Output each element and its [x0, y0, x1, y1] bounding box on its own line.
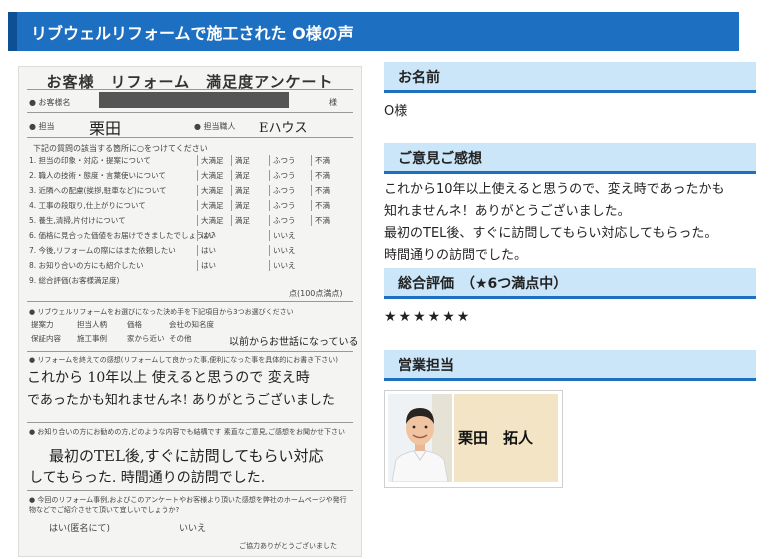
answer-option: はい — [197, 230, 216, 241]
staff-label: ● 担当 — [29, 122, 55, 131]
customer-suffix: 様 — [329, 98, 337, 107]
question-label: 8. お知り合いの方にも紹介したい — [29, 261, 144, 270]
sales-heading: 営業担当 — [398, 358, 454, 374]
answer-option: 満足 — [231, 215, 250, 226]
rating-section: 総合評価 （★6つ満点中） ★★★★★★ — [384, 268, 756, 325]
opinion-text: これから10年以上使えると思うので、変え時であったかも 知れませんネ！ありがとう… — [384, 179, 756, 267]
opinion-line-2: 知れませんネ！ありがとうございました。 — [384, 204, 631, 219]
question-label: 9. 総合評価(お客様満足度) — [29, 276, 120, 285]
impression-handwritten-2: であったかも知れませんネ! ありがとうございました — [27, 393, 335, 408]
question-label: 7. 今後,リフォームの際にはまた依頼したい — [29, 246, 176, 255]
question-label: 3. 近隣への配慮(挨拶,駐車など)について — [29, 186, 167, 195]
opinion-line-3: 最初のTEL後、すぐに訪問してもらい対応してもらった。 — [384, 226, 718, 241]
answer-option: いいえ — [269, 245, 296, 256]
impression-label: ● リフォームを終えての感想(リフォームして良かった事,便利になった事を具体的に… — [29, 356, 339, 364]
name-value: O様 — [384, 104, 408, 119]
publish-label: ● 今回のリフォーム事例,およびこのアンケートやお客様より頂いた感想を弊社のホー… — [29, 496, 347, 514]
sales-rep-namebox: 栗田 拓人 — [454, 394, 558, 482]
answer-option: 満足 — [231, 170, 250, 181]
sales-rep-card: 栗田 拓人 — [384, 390, 563, 488]
score-note: 点(100点満点) — [289, 289, 343, 298]
divider — [27, 137, 353, 138]
reason-option: 提案力 — [31, 320, 54, 329]
answer-option: いいえ — [269, 230, 296, 241]
answer-option: 不満 — [311, 155, 330, 166]
answer-option: 不満 — [311, 170, 330, 181]
feedback-label: ● お知り合いの方にお勧めの方,どのような内容でも結構です 素直なご意見,ご感想… — [29, 428, 346, 436]
top-strip — [0, 0, 774, 6]
answer-option: ふつう — [269, 185, 296, 196]
reason-option: 会社の知名度 — [169, 320, 214, 329]
question-label: 1. 担当の印象・対応・提案について — [29, 156, 151, 165]
sales-rep-photo — [388, 394, 452, 482]
answer-option: 大満足 — [197, 200, 224, 211]
answer-option: 不満 — [311, 200, 330, 211]
rating-heading: 総合評価 （★6つ満点中） — [398, 276, 568, 292]
impression-handwritten-1: これから 10年以上 使えると思うので 変え時 — [27, 370, 310, 386]
divider — [27, 301, 353, 302]
craftsman-handwritten: Eハウス — [259, 121, 308, 136]
divider — [27, 112, 353, 113]
answer-option: 大満足 — [197, 170, 224, 181]
answer-option: 満足 — [231, 155, 250, 166]
redacted-customer-name — [99, 92, 289, 108]
answer-option: 不満 — [311, 185, 330, 196]
person-photo-icon — [388, 394, 452, 482]
page-banner: リブウェルリフォームで施工された O様の声 — [8, 12, 739, 51]
sales-section: 営業担当 — [384, 350, 756, 381]
craftsman-label: ● 担当職人 — [194, 122, 236, 131]
answer-option: ふつう — [269, 215, 296, 226]
answer-option: 不満 — [311, 215, 330, 226]
reason-option: 保証内容 — [31, 334, 61, 343]
reasons-label: ● リブウェルリフォームをお選びになった決め手を下記項目から3つお選びください — [29, 308, 294, 316]
section-heading: 営業担当 — [384, 350, 756, 381]
answer-option: いいえ — [269, 260, 296, 271]
answer-option: はい — [197, 260, 216, 271]
answer-option: 満足 — [231, 200, 250, 211]
opinion-heading: ご意見ご感想 — [398, 151, 482, 167]
publish-yes: はい(匿名にて) — [49, 524, 111, 534]
divider — [27, 351, 353, 352]
sales-rep-name: 栗田 拓人 — [458, 429, 534, 447]
feedback-handwritten-2: してもらった. 時間通りの訪問でした. — [29, 470, 266, 486]
reason-option: その他 — [169, 334, 192, 343]
question-label: 5. 養生,清掃,片付けについて — [29, 216, 126, 225]
opinion-line-1: これから10年以上使えると思うので、変え時であったかも — [384, 182, 725, 197]
answer-option: 大満足 — [197, 215, 224, 226]
divider — [27, 89, 353, 90]
answer-option: ふつう — [269, 155, 296, 166]
name-section: お名前 O様 — [384, 62, 756, 123]
answer-option: ふつう — [269, 200, 296, 211]
reason-option: 施工事例 — [77, 334, 107, 343]
reason-option: 価格 — [127, 320, 142, 329]
survey-scan-image: お客様 リフォーム 満足度アンケート ● お客様名 様 ● 担当 栗田 ● 担当… — [18, 66, 362, 557]
reason-option: 家から近い — [127, 334, 165, 343]
feedback-handwritten-1: 最初のTEL後,すぐに訪問してもらい対応 — [49, 447, 324, 465]
reason-option: 担当人柄 — [77, 320, 107, 329]
opinion-section: ご意見ご感想 これから10年以上使えると思うので、変え時であったかも 知れません… — [384, 143, 756, 267]
section-heading: ご意見ご感想 — [384, 143, 756, 174]
instructions: 下記の質問の該当する箇所に○をつけてください — [33, 144, 208, 153]
divider — [27, 422, 353, 423]
opinion-line-4: 時間通りの訪問でした。 — [384, 248, 528, 263]
answer-option: 大満足 — [197, 185, 224, 196]
staff-handwritten: 栗田 — [89, 119, 122, 138]
rating-stars: ★★★★★★ — [384, 309, 472, 325]
answer-option: 満足 — [231, 185, 250, 196]
answer-option: はい — [197, 245, 216, 256]
publish-no: いいえ — [179, 524, 207, 534]
question-label: 6. 価格に見合った価値をお届けできましたでしょうか? — [29, 231, 216, 240]
name-heading: お名前 — [398, 70, 440, 86]
section-heading: 総合評価 （★6つ満点中） — [384, 268, 756, 299]
answer-option: ふつう — [269, 170, 296, 181]
reasons-other-handwritten: 以前からお世話になっている — [229, 337, 359, 348]
customer-label: ● お客様名 — [29, 98, 71, 107]
banner-title: リブウェルリフォームで施工された O様の声 — [31, 24, 354, 43]
question-label: 4. 工事の段取り,仕上がりについて — [29, 201, 146, 210]
divider — [27, 490, 353, 491]
section-heading: お名前 — [384, 62, 756, 93]
thanks-note: ご協力ありがとうございました — [239, 542, 337, 550]
answer-option: 大満足 — [197, 155, 224, 166]
question-label: 2. 職人の技術・態度・言葉使いについて — [29, 171, 166, 180]
